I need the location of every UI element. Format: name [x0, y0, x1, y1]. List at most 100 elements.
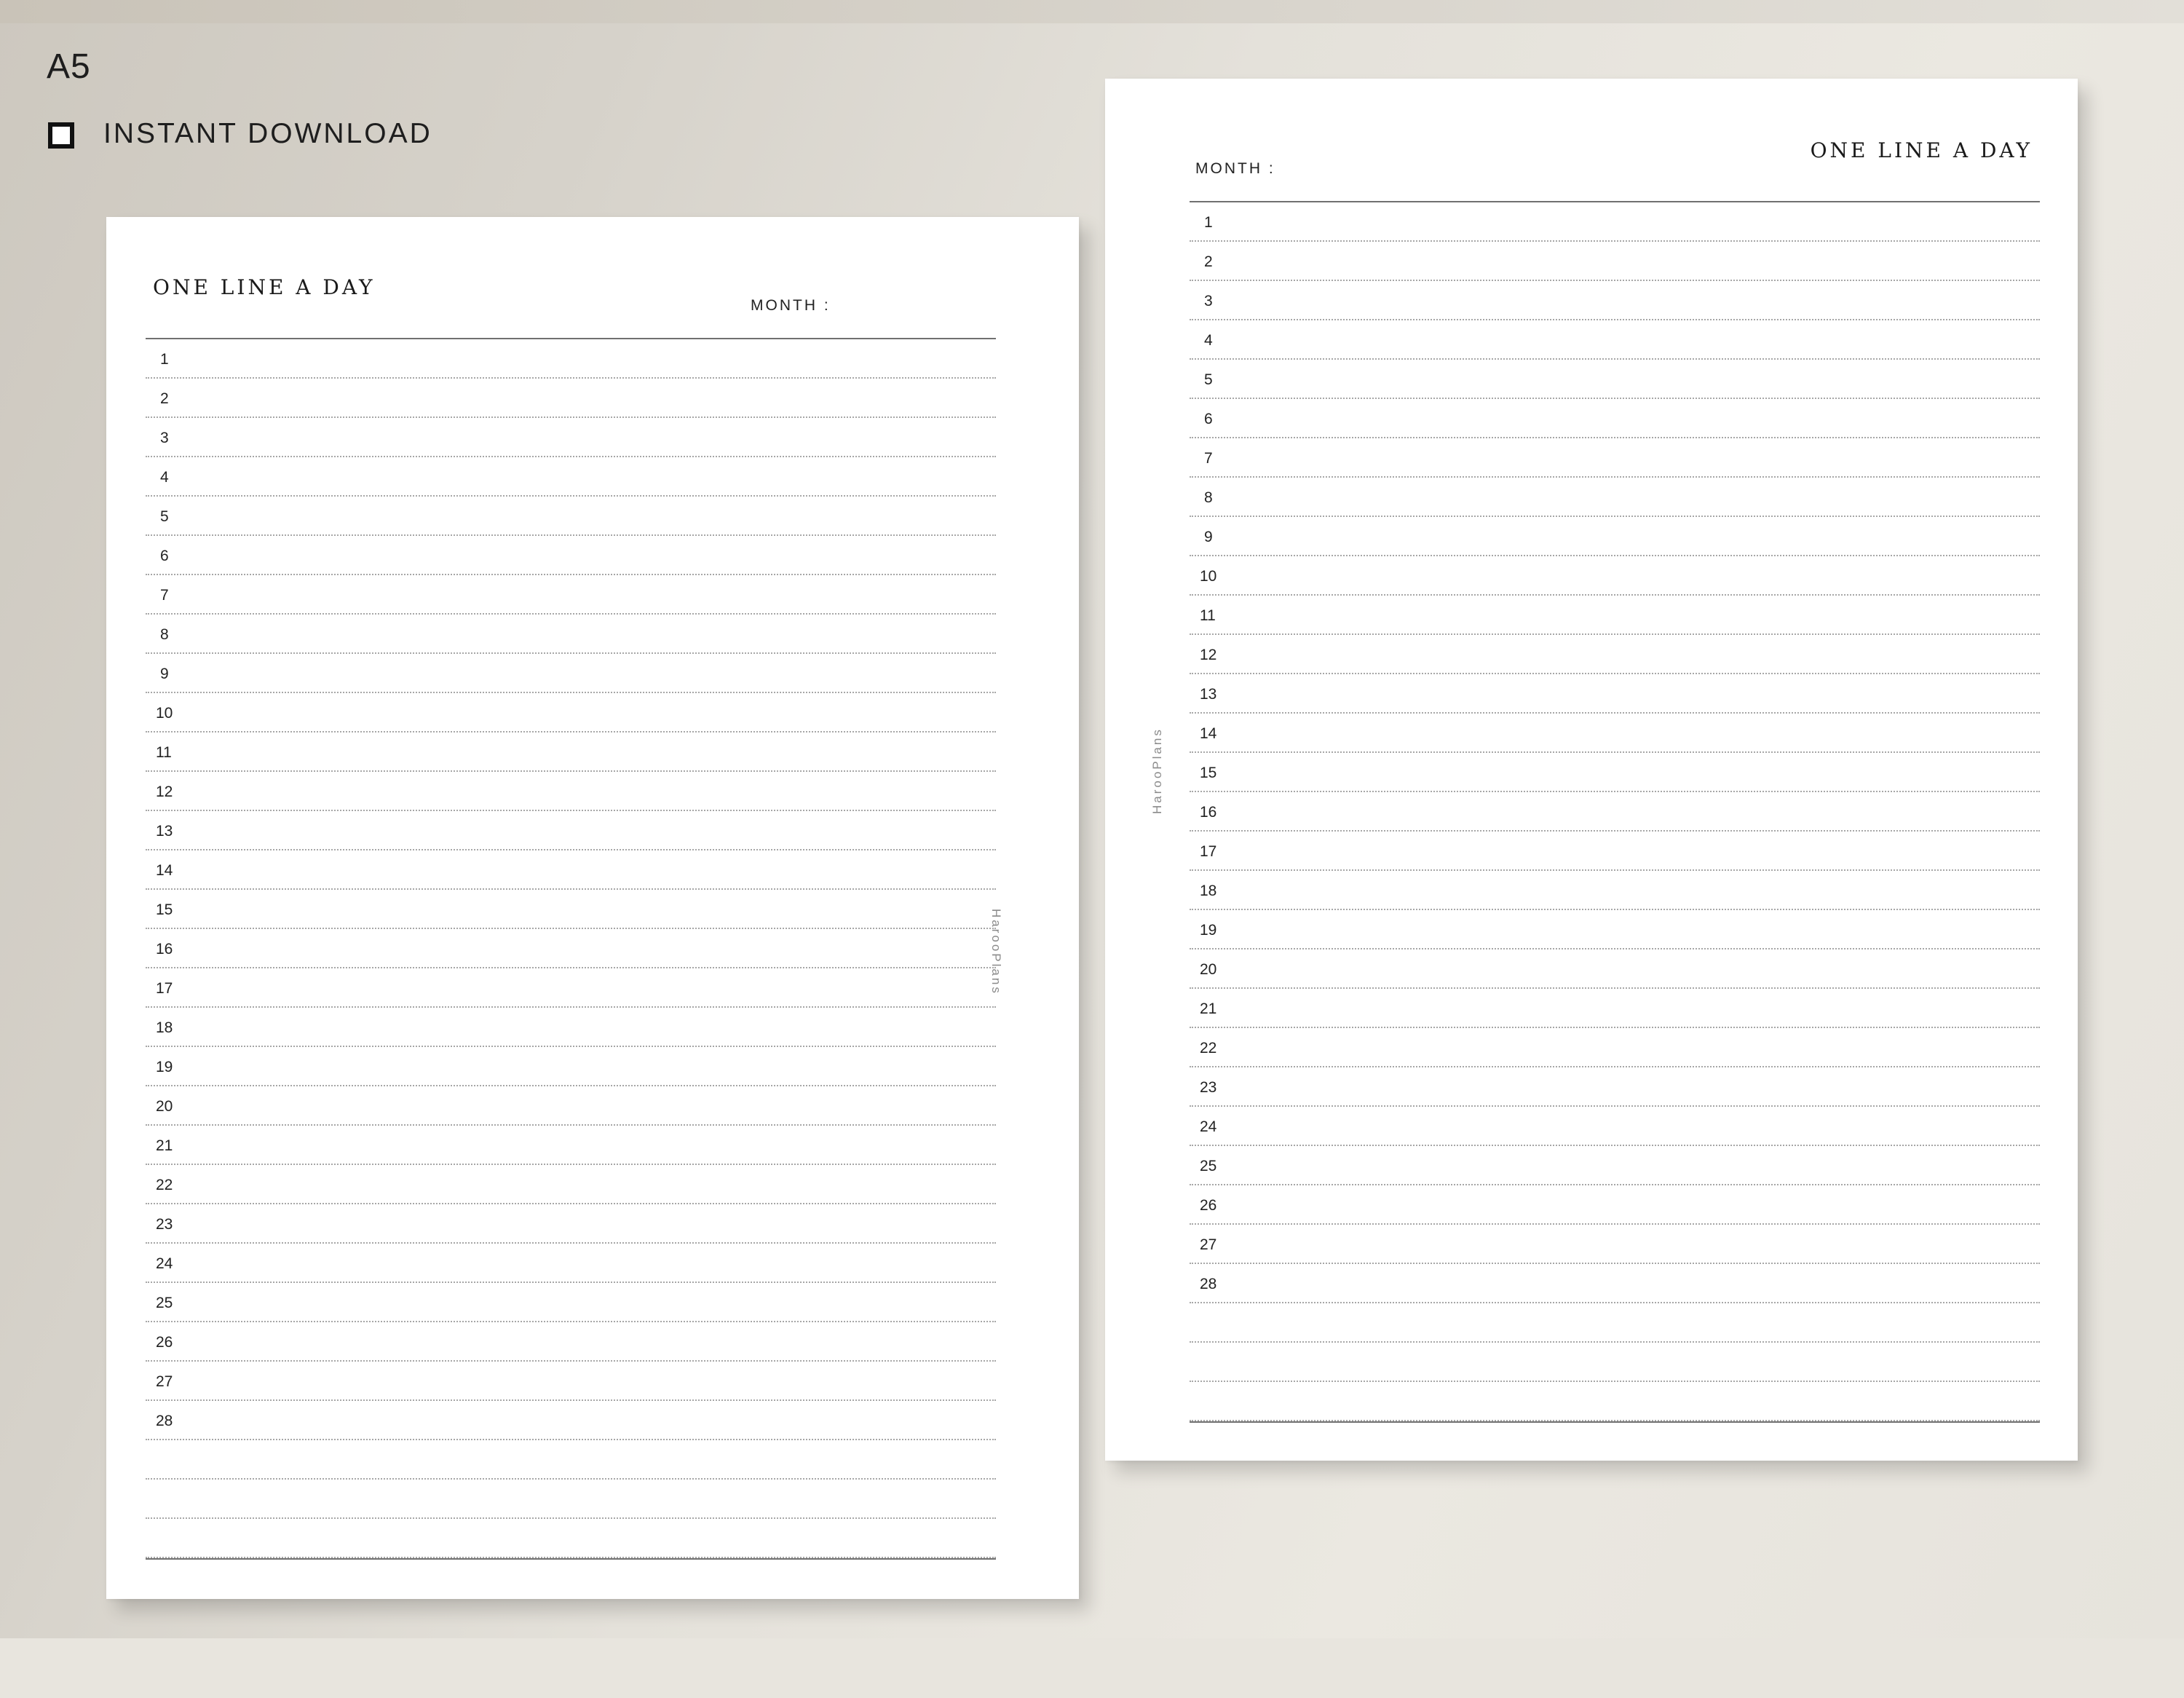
day-number: 4 — [1204, 332, 1213, 349]
day-row: 20 — [1190, 949, 2040, 989]
day-number: 8 — [1204, 489, 1213, 506]
day-row: 9 — [1190, 517, 2040, 556]
day-number: 12 — [1200, 647, 1217, 663]
page-title: ONE LINE A DAY — [1810, 138, 2033, 162]
day-row: 28 — [146, 1401, 996, 1440]
day-row: 19 — [146, 1047, 996, 1086]
day-number: 1 — [160, 351, 169, 368]
day-row: 2 — [146, 379, 996, 418]
day-number: 20 — [1200, 961, 1217, 978]
planner-page-right: ONE LINE A DAY MONTH : 1 2 3 4 5 6 7 8 9 10 11 12 13… — [1105, 79, 2078, 1461]
day-number: 13 — [156, 823, 173, 840]
bottom-rule — [1190, 1421, 2040, 1423]
day-row: 3 — [1190, 281, 2040, 320]
top-band — [0, 0, 2184, 23]
day-number: 3 — [160, 430, 169, 446]
day-row: 15 — [1190, 753, 2040, 792]
day-row: 6 — [1190, 399, 2040, 438]
day-row: 11 — [1190, 596, 2040, 635]
day-row: 8 — [1190, 478, 2040, 517]
day-row: 22 — [146, 1165, 996, 1204]
day-row: 20 — [146, 1086, 996, 1126]
day-number: 10 — [156, 705, 173, 722]
day-number: 25 — [156, 1295, 173, 1311]
day-number: 24 — [1200, 1118, 1217, 1135]
day-number: 12 — [156, 783, 173, 800]
month-label: MONTH : — [1195, 160, 1275, 177]
day-row — [1190, 1382, 2040, 1421]
day-row: 18 — [146, 1008, 996, 1047]
day-row — [1190, 1343, 2040, 1382]
day-row: 4 — [1190, 320, 2040, 360]
size-label: A5 — [47, 47, 91, 86]
brand-watermark: HarooPlans — [989, 909, 1003, 995]
day-row: 14 — [146, 850, 996, 890]
day-number: 26 — [1200, 1197, 1217, 1214]
day-row: 10 — [146, 693, 996, 732]
brand-watermark: HarooPlans — [1150, 727, 1164, 814]
day-number: 16 — [1200, 804, 1217, 821]
page-title: ONE LINE A DAY — [153, 275, 376, 299]
day-number: 17 — [156, 980, 173, 997]
day-row: 1 — [1190, 202, 2040, 242]
day-row: 27 — [146, 1362, 996, 1401]
day-row: 7 — [1190, 438, 2040, 478]
day-number: 10 — [1200, 568, 1217, 585]
day-number: 18 — [156, 1019, 173, 1036]
day-row — [146, 1440, 996, 1480]
day-number: 5 — [1204, 371, 1213, 388]
day-row: 17 — [1190, 832, 2040, 871]
day-number: 2 — [1204, 253, 1213, 270]
day-number: 20 — [156, 1098, 173, 1115]
day-number: 22 — [156, 1177, 173, 1193]
day-number: 24 — [156, 1255, 173, 1272]
day-number: 15 — [1200, 765, 1217, 781]
day-number: 17 — [1200, 843, 1217, 860]
day-row: 8 — [146, 615, 996, 654]
day-row: 21 — [1190, 989, 2040, 1028]
planner-page-left: ONE LINE A DAY MONTH : 1 2 3 4 5 6 7 8 9 10 11 12 13… — [106, 217, 1079, 1599]
bottom-rule — [146, 1558, 996, 1560]
day-number: 16 — [156, 941, 173, 957]
instant-download-label: INSTANT DOWNLOAD — [103, 118, 432, 149]
day-number: 1 — [1204, 214, 1213, 231]
day-row: 2 — [1190, 242, 2040, 281]
day-row: 28 — [1190, 1264, 2040, 1303]
day-row: 12 — [1190, 635, 2040, 674]
day-number: 28 — [156, 1413, 173, 1429]
day-row: 14 — [1190, 714, 2040, 753]
day-row: 5 — [1190, 360, 2040, 399]
day-number: 25 — [1200, 1158, 1217, 1174]
day-number: 14 — [156, 862, 173, 879]
day-number: 11 — [1200, 607, 1216, 624]
day-row: 18 — [1190, 871, 2040, 910]
day-row: 9 — [146, 654, 996, 693]
day-row: 16 — [1190, 792, 2040, 832]
day-number: 6 — [1204, 411, 1213, 427]
day-row: 23 — [1190, 1067, 2040, 1107]
day-row: 23 — [146, 1204, 996, 1244]
day-number: 27 — [156, 1373, 173, 1390]
day-number: 9 — [1204, 529, 1213, 545]
day-number: 7 — [1204, 450, 1213, 467]
day-row: 24 — [1190, 1107, 2040, 1146]
day-number: 11 — [156, 744, 172, 761]
day-row: 3 — [146, 418, 996, 457]
day-row: 4 — [146, 457, 996, 497]
day-row: 22 — [1190, 1028, 2040, 1067]
day-row: 7 — [146, 575, 996, 615]
day-lines: 1 2 3 4 5 6 7 8 9 10 11 12 13 14 15 16 17 18 19 20 21 22 23 24 2… — [146, 338, 996, 1698]
day-row: 25 — [146, 1283, 996, 1322]
day-number: 28 — [1200, 1276, 1217, 1292]
day-row: 21 — [146, 1126, 996, 1165]
day-row: 10 — [1190, 556, 2040, 596]
day-row: 13 — [146, 811, 996, 850]
day-number: 22 — [1200, 1040, 1217, 1057]
day-number: 6 — [160, 548, 169, 564]
day-number: 4 — [160, 469, 169, 486]
day-number: 21 — [1200, 1000, 1217, 1017]
day-row: 19 — [1190, 910, 2040, 949]
day-row: 15 — [146, 890, 996, 929]
day-row: 17 — [146, 968, 996, 1008]
day-number: 3 — [1204, 293, 1213, 309]
